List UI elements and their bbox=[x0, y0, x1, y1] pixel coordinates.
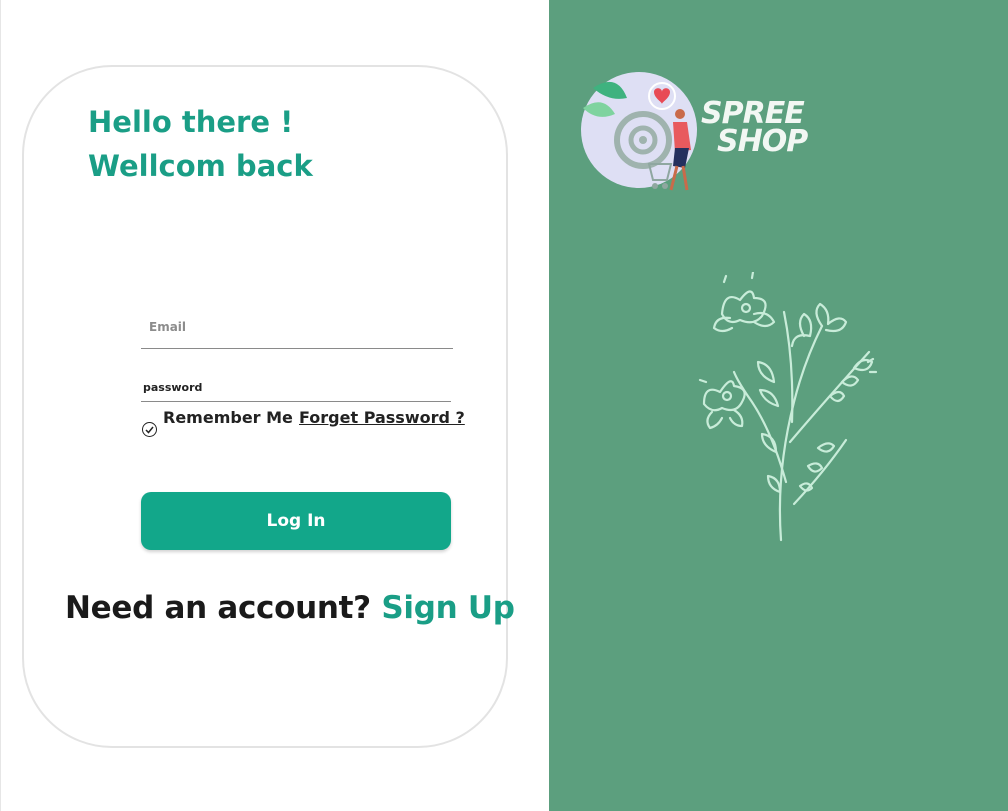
brand-logo-text: SPREE SHOP bbox=[701, 99, 808, 159]
password-field bbox=[141, 376, 453, 402]
login-button[interactable]: Log In bbox=[141, 492, 451, 550]
flower-illustration-icon bbox=[698, 272, 878, 542]
logo-line-2: SHOP bbox=[717, 124, 808, 159]
signup-prompt: Need an account? bbox=[65, 590, 371, 626]
greeting-line-1: Hello there ! bbox=[88, 105, 294, 139]
signup-row: Need an account? Sign Up bbox=[65, 590, 515, 626]
greeting: Hello there ! Wellcom back bbox=[88, 100, 313, 188]
remember-me-label[interactable]: Remember Me bbox=[163, 408, 293, 427]
forgot-password-link[interactable]: Forget Password ? bbox=[299, 408, 465, 427]
signup-link[interactable]: Sign Up bbox=[381, 590, 515, 626]
brand-panel: SPREE SHOP bbox=[549, 0, 1008, 811]
check-icon bbox=[145, 426, 154, 434]
password-input[interactable] bbox=[141, 381, 453, 394]
remember-me-checkbox[interactable] bbox=[142, 422, 157, 437]
greeting-line-2: Wellcom back bbox=[88, 149, 313, 183]
shopping-logo-icon bbox=[581, 72, 697, 191]
page-left-border bbox=[0, 0, 1, 811]
email-input[interactable] bbox=[141, 320, 461, 334]
email-field bbox=[141, 316, 461, 349]
